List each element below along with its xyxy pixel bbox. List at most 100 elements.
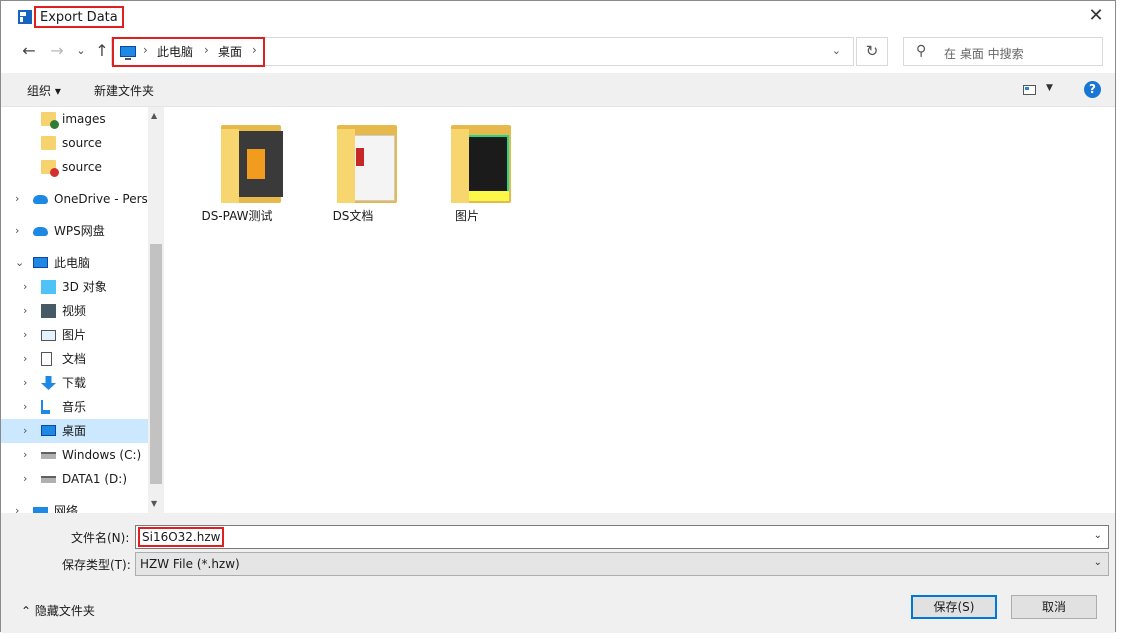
tree-item[interactable]: › 下载 — [1, 371, 148, 395]
navigation-pane: images source source › OneDrive - Perso › WPS网… — [1, 107, 164, 513]
view-options-icon[interactable] — [1023, 85, 1036, 95]
scroll-down-arrow[interactable]: ▼ — [151, 499, 157, 508]
filename-label: 文件名(N): — [71, 531, 130, 545]
tree-item-label: 图片 — [62, 328, 87, 342]
tree-item[interactable]: › OneDrive - Perso — [1, 187, 155, 211]
tree-item-label: 音乐 — [62, 400, 87, 414]
filetype-label: 保存类型(T): — [62, 558, 131, 572]
tree-item[interactable]: › DATA1 (D:) — [1, 467, 148, 491]
save-button[interactable]: 保存(S) — [911, 595, 997, 619]
tree-item[interactable]: › 文档 — [1, 347, 148, 371]
tree-item-label: WPS网盘 — [54, 224, 105, 238]
title-bar: Export Data ✕ — [1, 1, 1115, 31]
filetype-select[interactable]: HZW File (*.hzw) ⌄ — [135, 552, 1109, 576]
up-button[interactable]: ↑ — [93, 41, 111, 61]
recent-locations-button[interactable]: ⌄ — [72, 41, 90, 61]
tree-item-label: source — [62, 160, 102, 174]
refresh-button[interactable]: ↻ — [856, 37, 888, 66]
sync-error-badge-icon — [50, 168, 59, 177]
expand-chevron-icon[interactable]: › — [23, 395, 27, 419]
tree-item-label: source — [62, 136, 102, 150]
tree-item[interactable]: › 图片 — [1, 323, 148, 347]
filetype-value: HZW File (*.hzw) — [140, 557, 240, 571]
filename-value[interactable]: Si16O32.hzw — [138, 527, 225, 547]
file-item-ds-docs[interactable]: DS文档 — [303, 121, 403, 231]
breadcrumb-separator[interactable]: › — [143, 43, 148, 57]
tree-item[interactable]: source — [1, 155, 148, 179]
tree-item[interactable]: source — [1, 131, 148, 155]
tree-item[interactable]: › 音乐 — [1, 395, 148, 419]
breadcrumb-this-pc[interactable]: 此电脑 — [157, 44, 193, 60]
drive-d-icon — [41, 476, 56, 483]
address-dropdown-button[interactable]: ⌄ — [832, 44, 841, 57]
search-icon: ⚲ — [916, 43, 927, 59]
expand-chevron-icon[interactable]: › — [23, 443, 27, 467]
search-placeholder: 在 桌面 中搜索 — [944, 47, 1024, 61]
filename-field[interactable]: Si16O32.hzw ⌄ — [135, 525, 1109, 549]
scroll-up-arrow[interactable]: ▲ — [151, 111, 157, 120]
file-list-pane: DS-PAW测试 DS文档 图片 — [166, 107, 1115, 513]
filename-dropdown-button[interactable]: ⌄ — [1094, 530, 1102, 541]
file-name: 图片 — [454, 209, 479, 223]
hide-folders-toggle[interactable]: ⌃ 隐藏文件夹 — [21, 602, 95, 619]
tree-item-label: DATA1 (D:) — [62, 472, 128, 486]
pictures-icon — [41, 330, 56, 341]
this-pc-icon — [33, 257, 48, 268]
expand-chevron-icon[interactable]: › — [15, 187, 19, 211]
tree-item-label: 3D 对象 — [62, 280, 107, 294]
tree-item[interactable]: › 视频 — [1, 299, 148, 323]
folder-ds-paw-icon — [221, 125, 283, 205]
music-icon — [41, 400, 50, 414]
expand-chevron-icon[interactable]: › — [23, 323, 27, 347]
address-bar[interactable]: › 此电脑 › 桌面 › ⌄ — [111, 37, 854, 67]
view-options-dropdown[interactable]: ▼ — [1046, 83, 1053, 93]
filetype-dropdown-button[interactable]: ⌄ — [1094, 557, 1102, 568]
tree-item-label: OneDrive - Perso — [54, 192, 156, 206]
tree-item-label: 文档 — [62, 352, 87, 366]
tree-item[interactable]: › 3D 对象 — [1, 275, 148, 299]
breadcrumb-separator[interactable]: › — [252, 43, 257, 57]
documents-icon — [41, 352, 52, 366]
folder-icon — [41, 136, 56, 150]
tree-item[interactable]: › 桌面 — [1, 419, 148, 443]
file-item-ds-paw[interactable]: DS-PAW测试 — [187, 121, 287, 231]
search-input[interactable]: ⚲ 在 桌面 中搜索 — [903, 37, 1103, 66]
tree-item[interactable]: › Windows (C:) — [1, 443, 148, 467]
app-icon — [18, 10, 32, 24]
tree-item-label: 此电脑 — [54, 256, 91, 270]
tree-item[interactable]: › 网络 — [1, 499, 148, 513]
breadcrumb-separator[interactable]: › — [204, 43, 209, 57]
navigation-bar: ← → ⌄ ↑ › 此电脑 › 桌面 › ⌄ ↻ ⚲ 在 桌面 中搜索 — [1, 35, 1115, 69]
expand-chevron-icon[interactable]: › — [23, 467, 27, 491]
new-folder-button[interactable]: 新建文件夹 — [94, 82, 154, 99]
file-name: DS-PAW测试 — [201, 209, 273, 223]
tree-item[interactable]: images — [1, 107, 148, 131]
nav-scrollbar[interactable]: ▲ ▼ — [148, 107, 164, 513]
downloads-icon — [41, 376, 56, 390]
close-button[interactable]: ✕ — [1085, 5, 1107, 27]
help-icon[interactable]: ? — [1084, 81, 1101, 98]
breadcrumb-desktop[interactable]: 桌面 — [218, 44, 242, 60]
videos-icon — [41, 304, 56, 318]
folder-pictures-icon — [451, 125, 513, 205]
expand-chevron-icon[interactable]: › — [23, 347, 27, 371]
file-item-pictures[interactable]: 图片 — [417, 121, 517, 231]
scroll-thumb[interactable] — [150, 244, 162, 484]
tree-item-label: 视频 — [62, 304, 87, 318]
forward-button[interactable]: → — [48, 41, 66, 61]
cancel-button[interactable]: 取消 — [1011, 595, 1097, 619]
expand-chevron-icon[interactable]: › — [23, 299, 27, 323]
expand-chevron-icon[interactable]: ⌄ — [15, 251, 24, 275]
wps-cloud-icon — [33, 227, 48, 236]
expand-chevron-icon[interactable]: › — [15, 219, 19, 243]
tree-item[interactable]: ⌄ 此电脑 — [1, 251, 148, 275]
tree-item[interactable]: › WPS网盘 — [1, 219, 148, 243]
sync-check-badge-icon — [50, 120, 59, 129]
expand-chevron-icon[interactable]: › — [23, 371, 27, 395]
expand-chevron-icon[interactable]: › — [23, 275, 27, 299]
drive-c-icon — [41, 452, 56, 459]
back-button[interactable]: ← — [20, 41, 38, 61]
expand-chevron-icon[interactable]: › — [23, 419, 27, 443]
expand-chevron-icon[interactable]: › — [15, 499, 19, 513]
organize-menu[interactable]: 组织 ▾ — [27, 82, 61, 99]
